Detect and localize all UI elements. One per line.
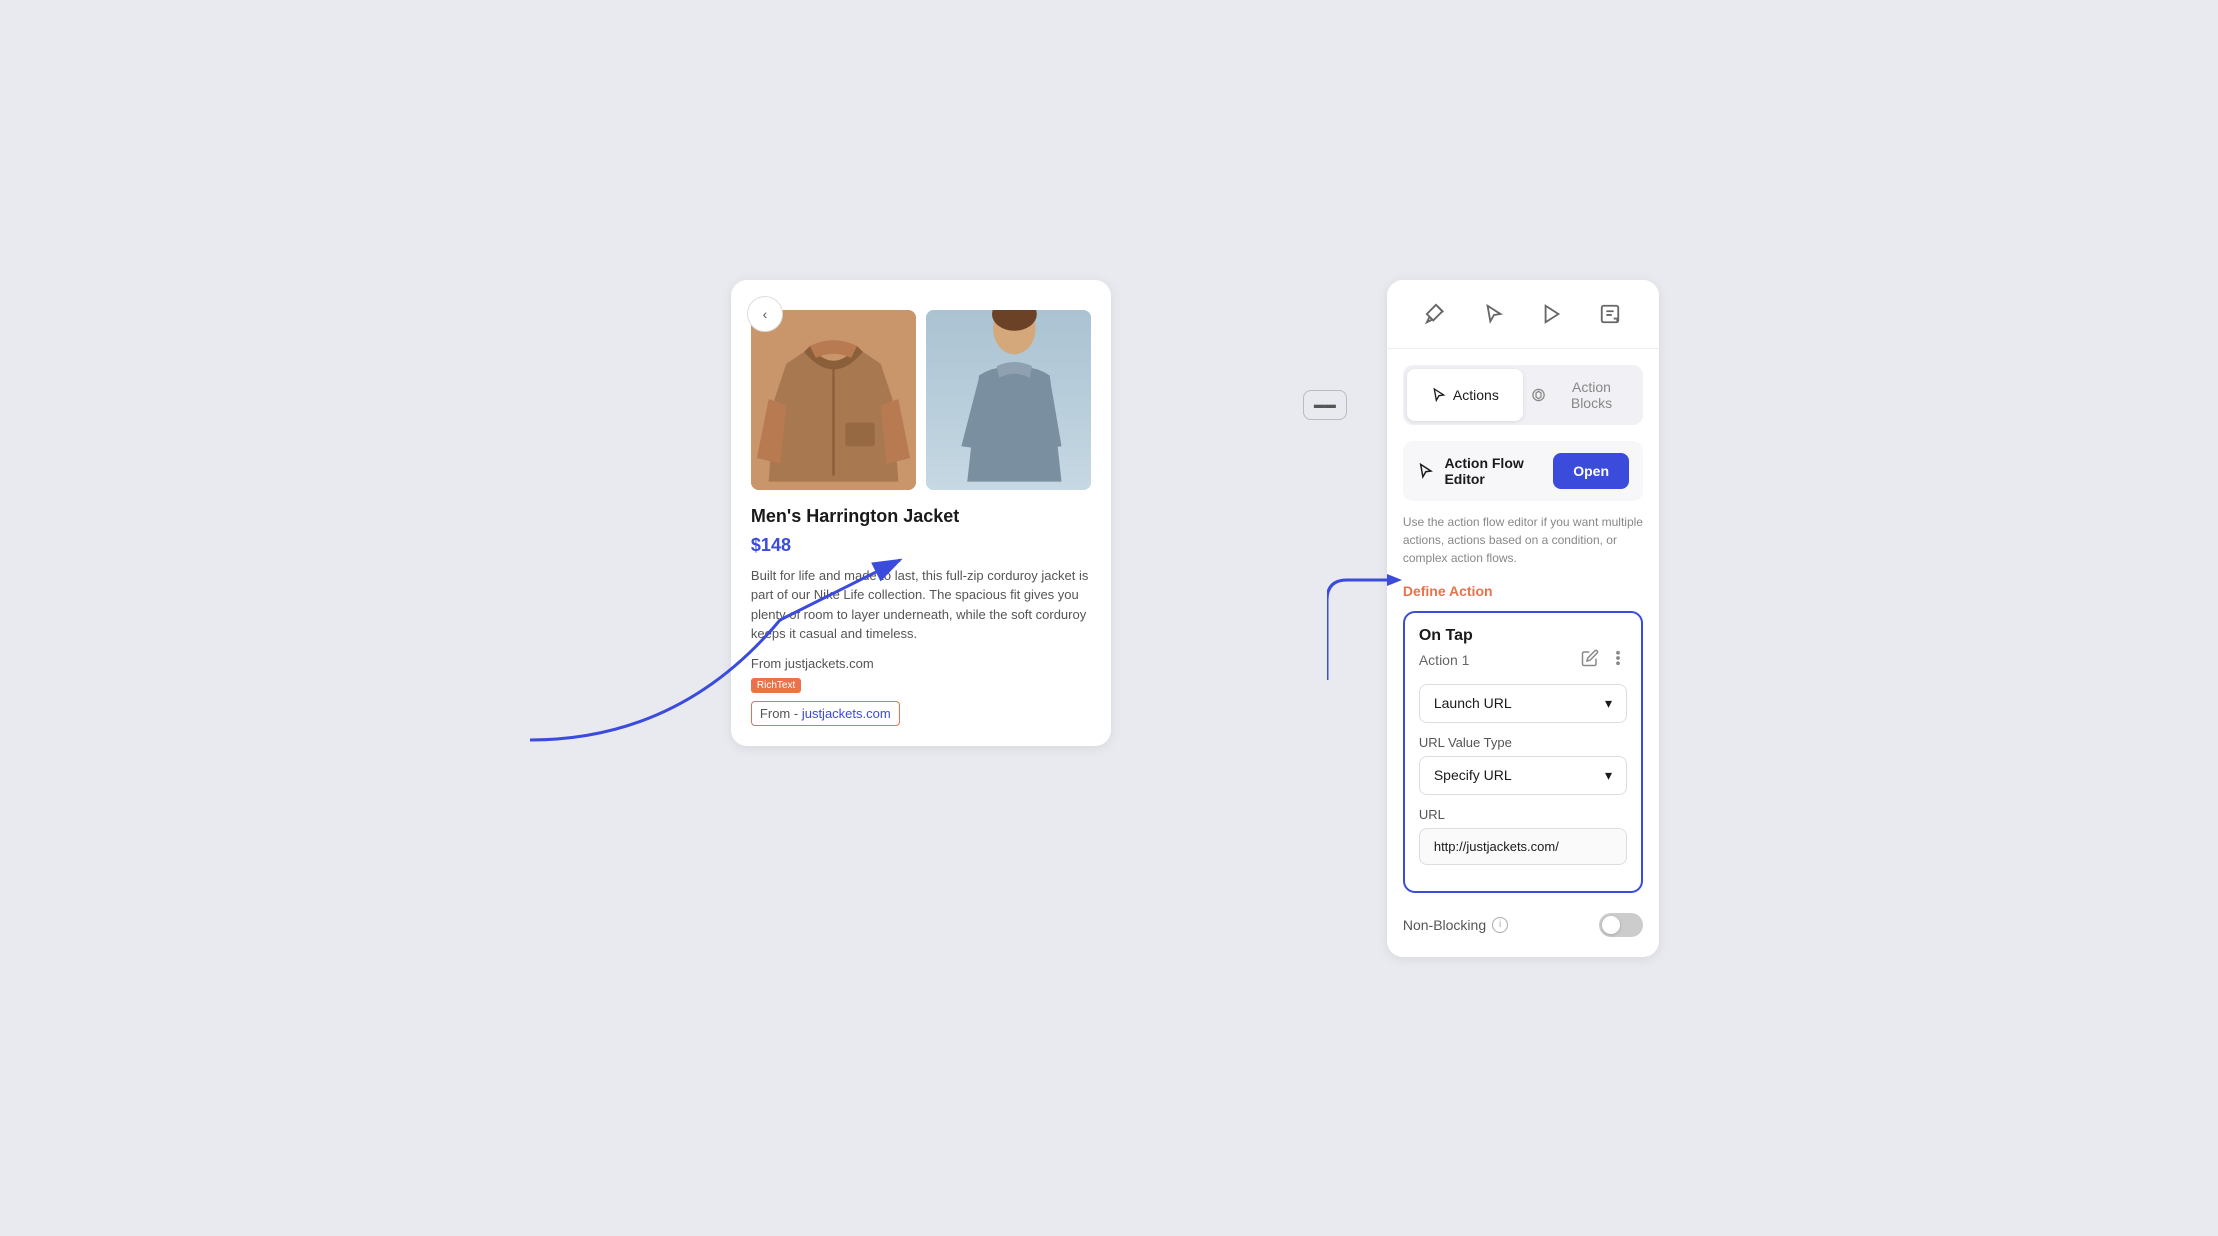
product-name: Men's Harrington Jacket [751,506,1091,527]
tab-actions[interactable]: Actions [1407,369,1523,421]
on-tap-label: On Tap [1419,627,1627,645]
non-blocking-toggle[interactable] [1599,913,1643,937]
panel-body: Actions Action Blocks Action Flow Edito [1387,349,1659,957]
tab-action-blocks-label: Action Blocks [1552,379,1631,411]
action-1-label: Action 1 [1419,652,1470,668]
info-icon[interactable]: i [1492,917,1508,933]
back-icon: ‹ [763,306,768,322]
non-blocking-text: Non-Blocking [1403,917,1486,933]
more-options-icon[interactable] [1609,649,1627,672]
tool-play-icon[interactable] [1534,296,1570,332]
specify-url-dropdown[interactable]: Specify URL ▾ [1419,756,1627,795]
flow-editor-row: Action Flow Editor Open [1403,441,1643,501]
panel-toolbar [1387,280,1659,349]
action-icons [1581,649,1627,672]
product-link[interactable]: justjackets.com [802,706,891,721]
url-field-section: URL [1419,807,1627,865]
url-input[interactable] [1419,828,1627,865]
from-link-row: From - justjackets.com [751,701,900,726]
tool-cursor-icon[interactable] [1476,296,1512,332]
tab-action-blocks[interactable]: Action Blocks [1523,369,1639,421]
tool-paint-icon[interactable] [1418,296,1454,332]
from-text-plain: From justjackets.com [751,656,1091,671]
product-image-right [926,310,1091,490]
non-blocking-row: Non-Blocking i [1403,909,1643,941]
define-action-label: Define Action [1403,583,1643,599]
richtext-badge: RichText [751,678,801,693]
flow-editor-icon [1417,461,1435,481]
specify-url-chevron: ▾ [1605,767,1612,784]
preview-section: ‹ [559,280,1347,746]
middle-toolbar-icon: ▬▬ [1314,399,1336,411]
product-description: Built for life and made to last, this fu… [751,566,1091,644]
main-container: ‹ [559,280,1659,957]
from-label: From - [760,706,798,721]
url-field-label: URL [1419,807,1627,822]
middle-toolbar-button[interactable]: ▬▬ [1303,390,1347,420]
specify-url-label: Specify URL [1434,767,1512,783]
blocks-tab-icon [1531,387,1546,403]
tabs-row: Actions Action Blocks [1403,365,1643,425]
launch-url-chevron: ▾ [1605,695,1612,712]
url-value-type-section: URL Value Type Specify URL ▾ [1419,735,1627,795]
non-blocking-label: Non-Blocking i [1403,917,1508,933]
back-button[interactable]: ‹ [747,296,783,332]
middle-toolbar: ▬▬ [1303,330,1347,420]
paint-icon-svg [1425,303,1447,325]
launch-url-label: Launch URL [1434,695,1512,711]
flow-editor-label: Action Flow Editor [1444,455,1553,487]
flow-editor-left: Action Flow Editor [1417,455,1553,487]
product-card: ‹ [731,280,1111,746]
template-icon-svg [1599,303,1621,325]
product-image-grid [751,310,1091,490]
open-button[interactable]: Open [1553,453,1629,489]
launch-url-dropdown[interactable]: Launch URL ▾ [1419,684,1627,723]
edit-icon[interactable] [1581,649,1599,672]
jacket-image-right-svg [926,310,1091,490]
action-card: On Tap Action 1 [1403,611,1643,893]
actions-tab-icon [1431,387,1447,403]
flow-editor-description: Use the action flow editor if you want m… [1403,513,1643,567]
cursor-icon-svg [1483,303,1505,325]
preview-area: ‹ [559,280,1283,746]
right-panel: Actions Action Blocks Action Flow Edito [1387,280,1659,957]
action-card-row: Action 1 [1419,649,1627,672]
jacket-image-left-svg [751,310,916,490]
play-icon-svg [1541,303,1563,325]
tab-actions-label: Actions [1453,387,1499,403]
product-image-left [751,310,916,490]
url-value-type-field-label: URL Value Type [1419,735,1627,750]
tool-template-icon[interactable] [1592,296,1628,332]
product-price: $148 [751,535,1091,556]
